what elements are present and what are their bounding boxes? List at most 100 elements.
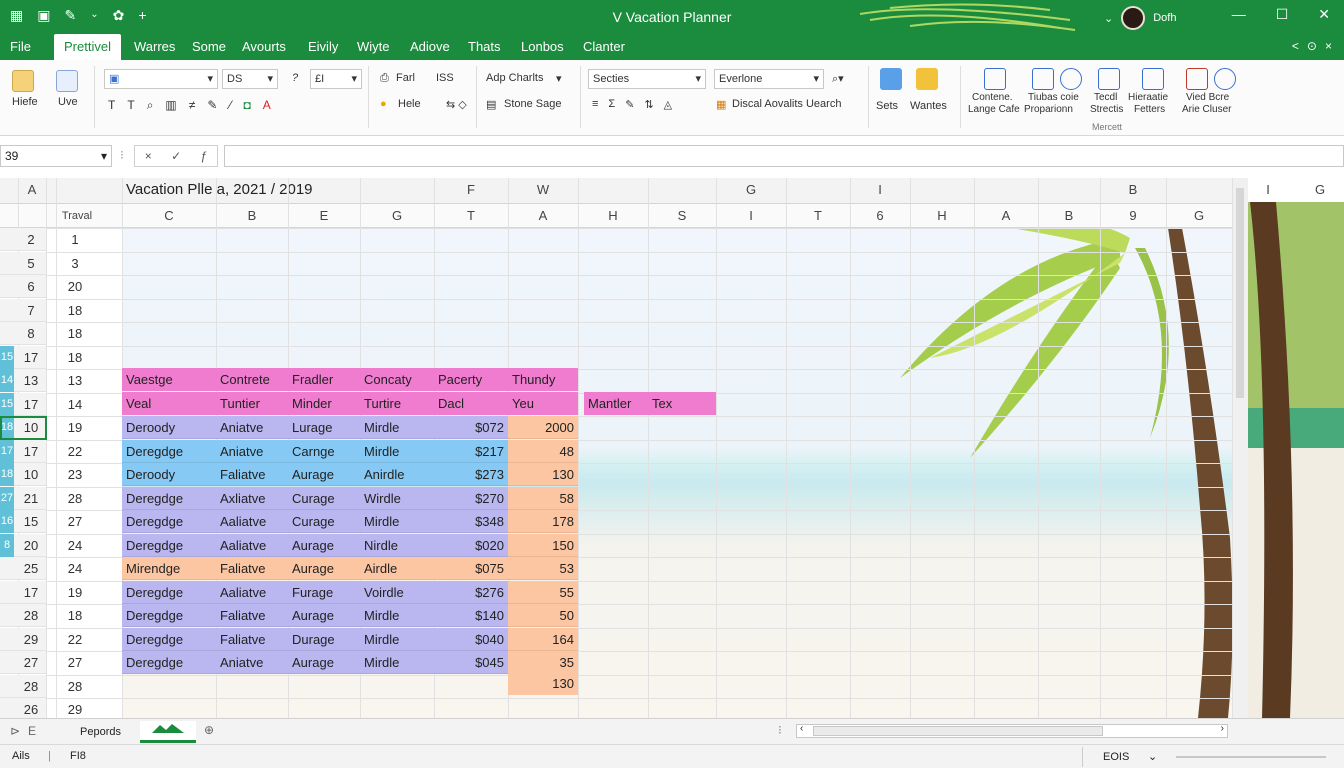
table-cell[interactable]: Wirdle xyxy=(360,486,434,510)
print-icon[interactable]: ⎙ xyxy=(380,72,389,85)
table-cell[interactable]: 178 xyxy=(508,510,578,533)
table-header[interactable]: Vaestge xyxy=(122,368,216,391)
italic-icon[interactable]: T xyxy=(127,98,134,113)
table-cell[interactable]: Mirendge xyxy=(122,557,216,580)
tiubas-icon[interactable] xyxy=(1032,68,1054,90)
font-size-select[interactable]: DS ▾ xyxy=(222,69,278,89)
name-box[interactable]: 39 ▾ xyxy=(0,145,112,167)
font-color-icon[interactable]: A xyxy=(263,98,271,113)
table-cell[interactable]: 130 xyxy=(508,672,578,695)
column-header-traval[interactable]: Traval xyxy=(56,204,98,228)
row-number[interactable]: 18 xyxy=(52,299,98,322)
column-header-s[interactable]: S xyxy=(648,204,716,228)
bold-icon[interactable]: T xyxy=(108,98,115,113)
first-sheet-icon[interactable]: ⊳ xyxy=(10,724,20,738)
tab-warres[interactable]: Warres xyxy=(134,34,175,60)
table-cell[interactable]: Aurage xyxy=(288,463,360,486)
table-cell[interactable]: Aurage xyxy=(288,557,360,580)
table-cell[interactable]: Aniatve xyxy=(216,439,288,463)
table-cell[interactable]: Durage xyxy=(288,627,360,651)
add-charts-button[interactable]: Adp Charlts xyxy=(486,72,543,84)
table-cell[interactable]: Deroody xyxy=(122,463,216,486)
table-cell[interactable]: $020 xyxy=(434,533,508,557)
row-number[interactable]: 18 xyxy=(52,604,98,627)
table-cell[interactable]: Faliatve xyxy=(216,557,288,580)
tab-wiyte[interactable]: Wiyte xyxy=(357,34,390,60)
row-number[interactable]: 19 xyxy=(52,416,98,439)
table-cell[interactable]: Lurage xyxy=(288,416,360,439)
horizontal-scrollbar[interactable]: ‹ › xyxy=(796,723,1228,738)
column-header-h[interactable]: H xyxy=(578,204,648,228)
collapse-icon[interactable]: < xyxy=(1292,39,1299,53)
table-cell[interactable]: $075 xyxy=(434,557,508,580)
table-cell[interactable]: Deregdge xyxy=(122,651,216,674)
maximize-icon[interactable]: ☐ xyxy=(1276,6,1289,23)
row-number[interactable]: 24 xyxy=(52,534,98,557)
wantes-icon[interactable] xyxy=(916,68,938,90)
table-cell[interactable]: Faliatve xyxy=(216,627,288,651)
row-header[interactable]: 8 xyxy=(0,322,46,345)
column-header-a2[interactable]: A xyxy=(974,204,1038,228)
table-header[interactable]: Mantler xyxy=(584,392,648,415)
table-cell[interactable]: 35 xyxy=(508,651,578,674)
row-header[interactable]: 6 xyxy=(0,275,46,298)
table-cell[interactable]: Mirdle xyxy=(360,439,434,463)
tab-thats[interactable]: Thats xyxy=(468,34,501,60)
row-number[interactable]: 22 xyxy=(52,440,98,463)
chevron-down-icon[interactable]: ⌄ xyxy=(1148,750,1157,763)
sets-icon[interactable] xyxy=(880,68,902,90)
row-header[interactable]: 27 xyxy=(0,651,46,674)
align-icon[interactable]: ≡ xyxy=(592,98,598,111)
tab-adiove[interactable]: Adiove xyxy=(410,34,450,60)
search-icon[interactable]: ⌕ xyxy=(147,98,154,113)
table-cell[interactable]: 48 xyxy=(508,439,578,463)
table-cell[interactable]: $270 xyxy=(434,486,508,510)
table-header[interactable]: Minder xyxy=(288,392,360,415)
tab-clanter[interactable]: Clanter xyxy=(583,34,625,60)
row-number[interactable]: 28 xyxy=(52,487,98,510)
chart-icon[interactable] xyxy=(1060,68,1082,90)
table-cell[interactable]: Faliatve xyxy=(216,463,288,486)
table-cell[interactable]: Aaliatve xyxy=(216,580,288,604)
row-number[interactable]: 27 xyxy=(52,510,98,533)
table-header[interactable]: Yeu xyxy=(508,392,578,415)
column-header-i2[interactable]: I xyxy=(1250,178,1286,202)
row-header[interactable]: 28 xyxy=(0,604,46,627)
row-number[interactable]: 13 xyxy=(52,369,98,392)
table-cell[interactable]: Deregdge xyxy=(122,439,216,463)
prev-sheet-icon[interactable]: E xyxy=(28,724,36,738)
row-header[interactable]: 7 xyxy=(0,298,46,322)
tab-some[interactable]: Some xyxy=(192,34,226,60)
clear-format-icon[interactable]: ⁄ xyxy=(229,98,231,113)
table-cell[interactable]: Deregdge xyxy=(122,486,216,510)
palette-icon[interactable]: ✿ xyxy=(113,7,125,24)
column-header-e[interactable]: E xyxy=(288,204,360,228)
column-header-b[interactable]: B xyxy=(1100,178,1166,202)
row-header[interactable]: 17 xyxy=(0,580,46,604)
close-icon[interactable]: ✕ xyxy=(1318,6,1330,23)
fill-icon[interactable]: ◘ xyxy=(243,98,250,113)
table-cell[interactable]: Mirdle xyxy=(360,510,434,533)
brush-icon[interactable]: ✎ xyxy=(207,98,217,113)
highlight-icon[interactable]: ● xyxy=(380,98,387,110)
table-cell[interactable]: 53 xyxy=(508,557,578,580)
column-header-c[interactable]: C xyxy=(122,204,216,228)
row-header[interactable]: 28 xyxy=(0,674,46,698)
brush-icon[interactable]: ✎ xyxy=(625,98,634,111)
row-number[interactable]: 1 xyxy=(52,228,98,251)
row-number[interactable]: 22 xyxy=(52,628,98,651)
sheet-tab-pepords[interactable]: Pepords xyxy=(70,721,131,743)
column-header-g3[interactable]: G xyxy=(1166,204,1232,228)
sort-icon[interactable]: ⇅ xyxy=(644,98,653,111)
table-header[interactable]: Dacl xyxy=(434,392,508,415)
settings-icon[interactable]: ⊙ xyxy=(1307,39,1317,53)
table-cell[interactable]: $072 xyxy=(434,416,508,439)
discal-button[interactable]: Discal Aovalits Uearch xyxy=(732,98,841,110)
formula-input[interactable] xyxy=(224,145,1344,167)
sets-label[interactable]: Sets xyxy=(876,100,898,112)
zoom-slider[interactable] xyxy=(1176,756,1326,758)
table-cell[interactable]: Carnge xyxy=(288,439,360,463)
paste-icon[interactable] xyxy=(12,70,34,92)
wantes-label[interactable]: Wantes xyxy=(910,100,947,112)
table-cell[interactable]: Mirdle xyxy=(360,604,434,627)
